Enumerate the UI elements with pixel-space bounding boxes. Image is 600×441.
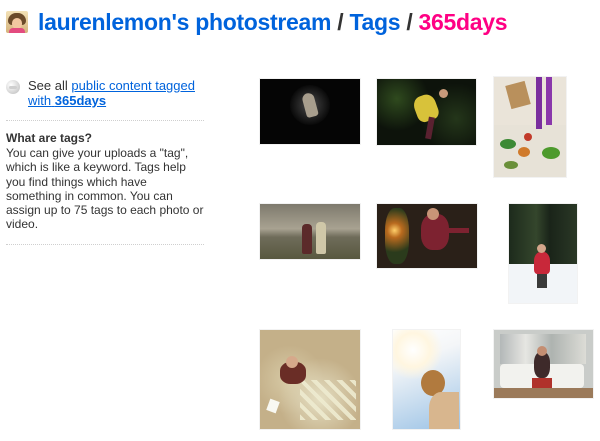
photo-thumbnail[interactable] xyxy=(494,77,566,177)
divider xyxy=(6,120,204,121)
see-all-tag: 365days xyxy=(54,93,107,108)
page-header: laurenlemon's photostream / Tags / 365da… xyxy=(6,6,508,38)
photo-thumbnail[interactable] xyxy=(260,330,360,429)
photo-thumbnail[interactable] xyxy=(509,204,577,303)
current-tag: 365days xyxy=(418,8,508,35)
what-are-tags-body: You can give your uploads a "tag", which… xyxy=(6,146,204,232)
title-separator: / xyxy=(331,8,350,35)
see-all-row: See all public content tagged with 365da… xyxy=(6,78,206,108)
photo-thumbnail[interactable] xyxy=(377,204,477,268)
see-all-text: See all public content tagged with 365da… xyxy=(28,78,206,108)
page-title: laurenlemon's photostream / Tags / 365da… xyxy=(38,8,508,36)
photo-thumbnail[interactable] xyxy=(377,79,476,145)
title-separator: / xyxy=(400,8,419,35)
photo-thumbnail[interactable] xyxy=(393,330,460,429)
what-are-tags-heading: What are tags? xyxy=(6,131,93,145)
globe-icon xyxy=(6,80,20,94)
sidebar: See all public content tagged with 365da… xyxy=(6,78,206,255)
see-all-prefix: See all xyxy=(28,78,68,93)
buddy-icon[interactable] xyxy=(6,11,28,33)
photo-thumbnail[interactable] xyxy=(260,204,360,259)
photo-thumbnail[interactable] xyxy=(260,79,360,144)
divider xyxy=(6,243,204,245)
tags-link[interactable]: Tags xyxy=(349,9,400,35)
photo-thumbnail[interactable] xyxy=(494,330,593,398)
photostream-link[interactable]: laurenlemon's photostream xyxy=(38,9,332,35)
